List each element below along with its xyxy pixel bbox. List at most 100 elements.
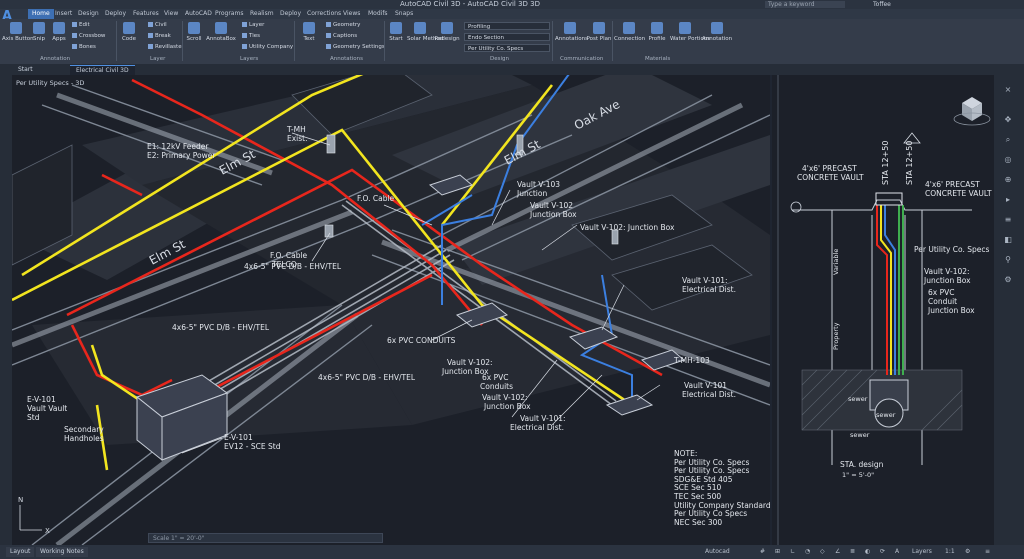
workspace-icon[interactable]: ⚙	[965, 547, 970, 557]
section-label-vault-left-2: CONCRETE VAULT	[797, 173, 864, 182]
scale-status[interactable]: 1:1	[945, 547, 955, 557]
geometry-settings-button[interactable]: Geometry Settings	[326, 44, 385, 50]
tab-snaps[interactable]: Snaps	[395, 9, 413, 19]
post-plan-button[interactable]: Post Plan	[586, 22, 612, 42]
start-button[interactable]: Start	[386, 22, 406, 42]
apps-button[interactable]: Apps	[50, 22, 68, 42]
otrack-icon[interactable]: ∠	[835, 547, 840, 557]
section-viewport[interactable]: 4'x6' PRECAST CONCRETE VAULT STA 12+50 S…	[772, 75, 994, 545]
annotations-button[interactable]: Annotations	[555, 22, 588, 42]
search-icon[interactable]: ⚲	[1003, 255, 1013, 265]
status-bar: Layout Working Notes Autocad # ⊞ ∟ ◔ ◇ ∠…	[0, 545, 1024, 559]
layer-button[interactable]: Layer	[242, 22, 264, 28]
annotation-icon	[711, 22, 723, 34]
zoom-icon[interactable]: ⌕	[1003, 135, 1013, 145]
tab-features[interactable]: Features	[133, 9, 159, 19]
snap-icon[interactable]: ⊞	[775, 547, 780, 557]
transparency-icon[interactable]: ◐	[865, 547, 870, 557]
endo-section-dropdown[interactable]: Endo Section	[464, 33, 550, 41]
tab-programs[interactable]: Programs	[215, 9, 243, 19]
code-button[interactable]: Code	[119, 22, 139, 42]
viewcube-icon[interactable]	[953, 97, 991, 126]
axis-button[interactable]: Axis Button	[2, 22, 34, 42]
annotabox-button[interactable]: AnnotaBox	[206, 22, 236, 42]
showmotion-icon[interactable]: ▸	[1003, 195, 1013, 205]
redesign-button[interactable]: Redesign	[434, 22, 460, 42]
captions-button[interactable]: Captions	[326, 33, 357, 39]
profile-button[interactable]: Profile	[646, 22, 668, 42]
tab-view[interactable]: View	[164, 9, 178, 19]
label-six-pvc-2: Conduits	[480, 382, 513, 391]
viewport-title[interactable]: Per Utility Specs - 3D	[16, 79, 84, 87]
break-button[interactable]: Break	[148, 33, 171, 39]
close-icon[interactable]: ×	[1003, 85, 1013, 95]
tab-home[interactable]: Home	[28, 9, 54, 19]
layers-status[interactable]: Layers	[912, 547, 932, 557]
tab-deploy-2[interactable]: Deploy	[280, 9, 301, 19]
crossbow-button[interactable]: Crossbow	[72, 33, 105, 39]
scroll-button[interactable]: Scroll	[185, 22, 203, 42]
label-vault-v101-4: Electrical Dist.	[510, 423, 564, 432]
pan-icon[interactable]: ✥	[1003, 115, 1013, 125]
command-line[interactable]: Scale 1" = 20'-0"	[148, 533, 383, 543]
tab-modifs[interactable]: Modifs	[368, 9, 388, 19]
section-drawing[interactable]: 4'x6' PRECAST CONCRETE VAULT STA 12+50 S…	[772, 75, 994, 545]
user-name[interactable]: Toffee	[873, 0, 891, 9]
ortho-icon[interactable]: ∟	[790, 547, 795, 557]
tab-deploy[interactable]: Deploy	[105, 9, 126, 19]
snip-button[interactable]: Snip	[30, 22, 48, 42]
ties-button[interactable]: Ties	[242, 33, 260, 39]
annotation-button[interactable]: Annotation	[702, 22, 732, 42]
label-six-conduits: 6x PVC CONDUITS	[387, 336, 456, 345]
connection-icon	[623, 22, 635, 34]
properties-icon[interactable]: ◧	[1003, 235, 1013, 245]
profiling-dropdown[interactable]: Profiling	[464, 22, 550, 30]
osnap-icon[interactable]: ◇	[820, 547, 825, 557]
bones-button[interactable]: Bones	[72, 44, 96, 50]
label-secondary-1: Secondary	[64, 425, 104, 434]
section-label-property: Property	[832, 322, 840, 350]
tab-realism[interactable]: Realism	[250, 9, 274, 19]
steering-wheel-icon[interactable]: ⊕	[1003, 175, 1013, 185]
polar-icon[interactable]: ◔	[805, 547, 810, 557]
water-portions-button[interactable]: Water Portions	[670, 22, 710, 42]
layers-icon[interactable]: ≡	[1003, 215, 1013, 225]
tab-autocad[interactable]: AutoCAD	[185, 9, 212, 19]
panel-separator	[384, 21, 385, 61]
tab-insert[interactable]: Insert	[55, 9, 72, 19]
civil-button[interactable]: Civil	[148, 22, 167, 28]
edit-button[interactable]: Edit	[72, 22, 90, 28]
label-vault-v101-1: Vault V-101:	[682, 276, 728, 285]
grid-icon[interactable]: #	[760, 547, 765, 557]
model-viewport[interactable]: Elm St Elm St Oak Ave Elm St E1: 12kV Fe…	[12, 75, 770, 545]
doc-tab-start[interactable]: Start	[12, 65, 39, 75]
layout-tab-working-notes[interactable]: Working Notes	[36, 547, 88, 557]
model-indicator[interactable]: Autocad	[705, 547, 730, 557]
customize-icon[interactable]: ≡	[985, 547, 990, 557]
label-ev101-1: E-V-101	[27, 395, 56, 404]
tab-design[interactable]: Design	[78, 9, 99, 19]
apps-icon	[53, 22, 65, 34]
layout-tab-layout[interactable]: Layout	[6, 547, 35, 557]
utility-specs-dropdown[interactable]: Per Utility Co. Specs	[464, 44, 550, 52]
selection-cycling-icon[interactable]: ⟳	[880, 547, 885, 557]
settings-icon[interactable]: ⚙	[1003, 275, 1013, 285]
geometry-button[interactable]: Geometry	[326, 22, 360, 28]
orbit-icon[interactable]: ◎	[1003, 155, 1013, 165]
utility-drawing[interactable]: Elm St Elm St Oak Ave Elm St E1: 12kV Fe…	[12, 75, 770, 545]
label-tmh-1: T-MH	[286, 125, 306, 134]
annotation-icon[interactable]: A	[895, 547, 899, 557]
tab-views[interactable]: Views	[343, 9, 360, 19]
search-input[interactable]: Type a keyword	[765, 1, 845, 8]
text-button[interactable]: Text	[298, 22, 320, 42]
label-vault-v102-2: Junction Box	[529, 210, 577, 219]
tab-corrections[interactable]: Corrections	[307, 9, 341, 19]
revillaste-button[interactable]: Revillaste	[148, 44, 182, 50]
svg-text:N: N	[18, 496, 23, 504]
lineweight-icon[interactable]: ≣	[850, 547, 855, 557]
label-ev101-5: EV12 - SCE Std	[224, 442, 281, 451]
solar-method-button[interactable]: Solar Method	[407, 22, 443, 42]
utility-company-button[interactable]: Utility Company	[242, 44, 293, 50]
label-fo-cable-2: F.O. Cable	[270, 251, 308, 260]
connection-button[interactable]: Connection	[614, 22, 645, 42]
